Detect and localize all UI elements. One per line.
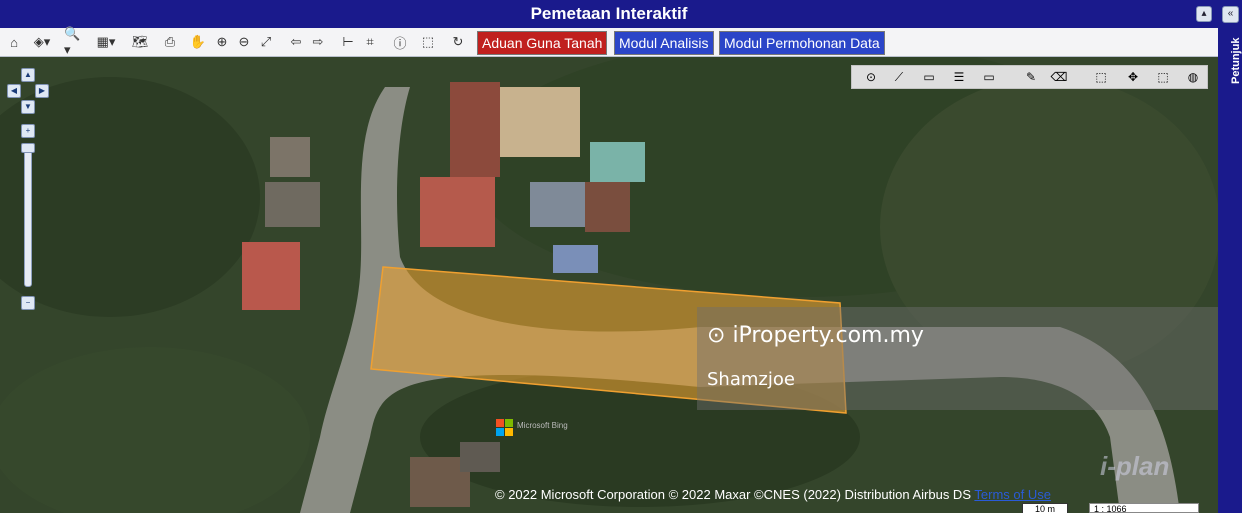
measure-icon[interactable]: ⊢ bbox=[338, 32, 358, 52]
delete-icon[interactable]: ⬚ bbox=[1154, 69, 1172, 85]
collapse-icon[interactable]: ▴ bbox=[1196, 6, 1212, 22]
zoom-slider[interactable] bbox=[24, 143, 32, 287]
scale-bar: 10 m bbox=[1022, 503, 1068, 513]
satellite-imagery bbox=[0, 57, 1218, 513]
back-arrow-icon[interactable]: ⇦ bbox=[286, 32, 306, 52]
zoom-in-icon[interactable]: ⊕ bbox=[212, 32, 232, 52]
attribute-table-icon[interactable]: ☰ bbox=[950, 69, 968, 85]
info-icon[interactable]: ⓘ bbox=[390, 32, 410, 52]
add-polygon-icon[interactable]: ▭ bbox=[920, 69, 938, 85]
zoom-icon[interactable]: 🔍▾ bbox=[64, 26, 84, 57]
crop-icon[interactable]: ⌗ bbox=[360, 32, 380, 52]
layers-icon[interactable]: ◈▾ bbox=[32, 32, 52, 52]
add-point-icon[interactable]: ⊙ bbox=[862, 69, 880, 85]
zoom-out-icon[interactable]: ⊖ bbox=[234, 32, 254, 52]
grid-icon[interactable]: ▦▾ bbox=[96, 32, 116, 52]
terms-of-use-link[interactable]: Terms of Use bbox=[974, 487, 1051, 502]
pan-hand-icon[interactable]: ✋ bbox=[188, 32, 208, 52]
page-title: Pemetaan Interaktif bbox=[530, 4, 688, 23]
refresh-icon[interactable]: ↻ bbox=[448, 32, 468, 52]
scale-select[interactable]: 1 : 1066 bbox=[1089, 503, 1199, 513]
map-canvas[interactable]: ▲ ◀ ▶ ▼ + − ⊙ ⟋ ▭ ☰ ▭ ✎ ⌫ ⬚ ✥ ⬚ ◍ ⊙ iProperty.com.… bbox=[0, 57, 1218, 513]
pan-right-icon[interactable]: ▶ bbox=[35, 84, 49, 98]
title-bar: Pemetaan Interaktif ▴ bbox=[0, 0, 1218, 28]
zoom-slider-handle[interactable] bbox=[21, 143, 35, 153]
map-icon[interactable]: 🗺 bbox=[130, 32, 150, 52]
petunjuk-label: Petunjuk bbox=[1230, 37, 1242, 84]
watermark-user: Shamzjoe bbox=[707, 369, 795, 390]
add-rectangle-icon[interactable]: ▭ bbox=[980, 69, 998, 85]
globe-icon[interactable]: ◍ bbox=[1184, 69, 1202, 85]
eraser-icon[interactable]: ⌫ bbox=[1050, 69, 1068, 85]
full-extent-icon[interactable]: ⤢ bbox=[256, 32, 276, 52]
pencil-icon[interactable]: ✎ bbox=[1022, 69, 1040, 85]
pan-down-icon[interactable]: ▼ bbox=[21, 100, 35, 114]
pan-left-icon[interactable]: ◀ bbox=[7, 84, 21, 98]
add-line-icon[interactable]: ⟋ bbox=[890, 69, 908, 85]
select-icon[interactable]: ⬚ bbox=[1092, 69, 1110, 85]
expand-panel-icon[interactable]: « bbox=[1222, 6, 1239, 23]
aduan-guna-tanah-button[interactable]: Aduan Guna Tanah bbox=[477, 31, 608, 55]
move-icon[interactable]: ✥ bbox=[1124, 69, 1142, 85]
modul-analisis-button[interactable]: Modul Analisis bbox=[614, 31, 714, 55]
identify-icon[interactable]: ⬚ bbox=[418, 32, 438, 52]
modul-permohonan-data-button[interactable]: Modul Permohonan Data bbox=[719, 31, 885, 55]
side-panel: « Petunjuk bbox=[1218, 0, 1242, 513]
iproperty-watermark: ⊙ iProperty.com.my Shamzjoe bbox=[697, 307, 1218, 410]
edit-toolbar: ⊙ ⟋ ▭ ☰ ▭ ✎ ⌫ ⬚ ✥ ⬚ ◍ bbox=[851, 65, 1208, 89]
map-copyright: © 2022 Microsoft Corporation © 2022 Maxa… bbox=[495, 487, 1051, 502]
toolbar: ⌂ ◈▾ 🔍▾ ▦▾ 🗺 ⎙ ✋ ⊕ ⊖ ⤢ ⇦ ⇨ ⊢ ⌗ ⓘ ⬚ ↻ Aduan Guna Tanah Mo… bbox=[0, 26, 1218, 57]
bing-logo: Microsoft Bing bbox=[496, 419, 568, 442]
pan-up-icon[interactable]: ▲ bbox=[21, 68, 35, 82]
petunjuk-tab[interactable]: Petunjuk bbox=[1218, 36, 1242, 96]
iplan-logo: i-plan bbox=[1100, 451, 1170, 481]
zoom-in-button[interactable]: + bbox=[21, 124, 35, 138]
zoom-out-button[interactable]: − bbox=[21, 296, 35, 310]
forward-arrow-icon[interactable]: ⇨ bbox=[308, 32, 328, 52]
home-icon[interactable]: ⌂ bbox=[4, 32, 24, 52]
print-icon[interactable]: ⎙ bbox=[160, 32, 180, 52]
watermark-site: ⊙ iProperty.com.my bbox=[707, 323, 924, 348]
